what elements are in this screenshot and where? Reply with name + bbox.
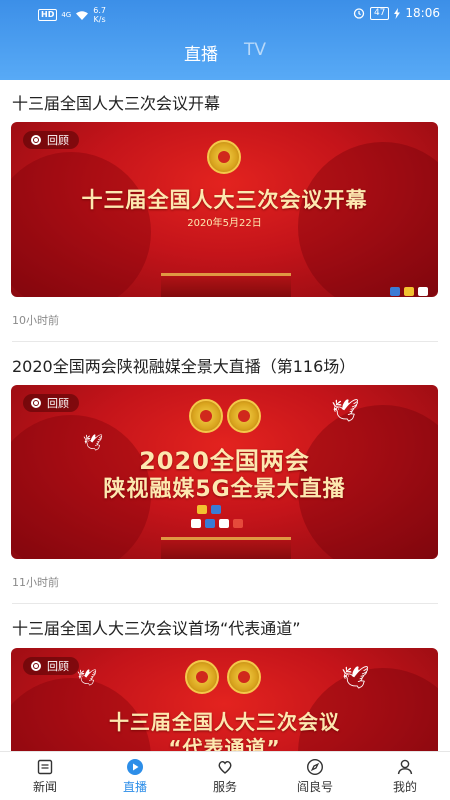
replay-icon xyxy=(31,398,41,408)
replay-icon xyxy=(31,135,41,145)
national-emblem-icon xyxy=(207,140,241,174)
replay-label: 回顾 xyxy=(47,397,69,410)
signal-type: 4G xyxy=(61,11,72,19)
nav-live-label: 直播 xyxy=(122,779,147,794)
thumbnail-date: 2020年5月22日 xyxy=(187,218,262,229)
item-timestamp: 10小时前 xyxy=(12,314,59,327)
thumbnail-headline: 十三届全国人大三次会议开幕 xyxy=(81,188,368,212)
cppcc-emblem-icon xyxy=(227,399,261,433)
play-icon xyxy=(125,758,145,776)
divider xyxy=(12,341,438,342)
user-icon xyxy=(395,758,415,776)
dove-icon: 🕊 xyxy=(77,668,98,687)
logo-icon xyxy=(205,519,215,528)
compass-icon xyxy=(305,758,325,776)
sponsor-logos xyxy=(390,287,428,296)
wifi-icon xyxy=(76,10,89,20)
top-tabs: 直播 TV xyxy=(0,40,450,65)
charging-icon xyxy=(394,7,401,19)
dove-icon: 🕊 xyxy=(331,399,359,424)
tiananmen-graphic xyxy=(161,273,291,297)
replay-label: 回顾 xyxy=(47,660,69,673)
app-header: HD 4G 6.7 K/s 47 18:06 直播 TV xyxy=(0,0,450,80)
clock-time: 18:06 xyxy=(405,6,440,20)
tab-live[interactable]: 直播 xyxy=(184,40,218,65)
live-feed: 十三届全国人大三次会议开幕 回顾 十三届全国人大三次会议开幕 2020年5月22… xyxy=(0,80,450,751)
national-emblem-icon xyxy=(185,660,219,694)
service-icon xyxy=(215,758,235,776)
thumbnail-subheadline: “代表通道” xyxy=(168,736,281,751)
logo-icon xyxy=(191,519,201,528)
replay-badge: 回顾 xyxy=(23,131,79,149)
battery-level: 47 xyxy=(369,6,390,20)
nav-news[interactable]: 新闻 xyxy=(0,752,90,800)
nav-service[interactable]: 服务 xyxy=(180,752,270,800)
network-speed-unit: K/s xyxy=(93,15,106,24)
logo-icon xyxy=(404,287,414,296)
logo-icon xyxy=(197,505,207,514)
video-thumbnail[interactable]: 回顾 十三届全国人大三次会议开幕 2020年5月22日 xyxy=(11,122,438,297)
network-speed: 6.7 K/s xyxy=(93,6,106,24)
nav-news-label: 新闻 xyxy=(32,779,57,794)
tiananmen-graphic xyxy=(161,537,291,559)
sponsor-logos xyxy=(197,505,221,514)
logo-icon xyxy=(211,505,221,514)
nav-yanliang-label: 阎良号 xyxy=(296,779,333,794)
sponsor-logos xyxy=(191,519,243,528)
thumbnail-subheadline: 陕视融媒5G全景大直播 xyxy=(103,477,346,502)
item-title[interactable]: 十三届全国人大三次会议首场“代表通道” xyxy=(12,615,301,639)
divider xyxy=(12,603,438,604)
replay-icon xyxy=(31,661,41,671)
nav-service-label: 服务 xyxy=(212,779,237,794)
video-thumbnail[interactable]: 回顾 🕊 🕊 十三届全国人大三次会议 “代表通道” xyxy=(11,648,438,751)
cppcc-emblem-icon xyxy=(227,660,261,694)
nav-live[interactable]: 直播 xyxy=(90,752,180,800)
national-emblem-icon xyxy=(189,399,223,433)
hd-indicator: HD xyxy=(38,9,58,21)
dove-icon: 🕊 xyxy=(341,666,369,691)
logo-icon xyxy=(390,287,400,296)
logo-icon xyxy=(418,287,428,296)
bottom-navigation: 新闻 直播 服务 阎良号 我的 xyxy=(0,751,450,800)
nav-profile-label: 我的 xyxy=(392,779,417,794)
status-bar: HD 4G 6.7 K/s 47 18:06 xyxy=(0,0,450,28)
replay-badge: 回顾 xyxy=(23,394,79,412)
thumbnail-headline: 十三届全国人大三次会议 xyxy=(109,710,340,734)
network-speed-value: 6.7 xyxy=(93,6,106,15)
replay-badge: 回顾 xyxy=(23,657,79,675)
logo-icon xyxy=(219,519,229,528)
item-timestamp: 11小时前 xyxy=(12,576,59,589)
news-icon xyxy=(35,758,55,776)
nav-yanliang[interactable]: 阎良号 xyxy=(270,752,360,800)
tab-tv[interactable]: TV xyxy=(244,40,266,65)
item-title[interactable]: 2020全国两会陕视融媒全景大直播（第116场） xyxy=(12,353,355,377)
replay-label: 回顾 xyxy=(47,134,69,147)
logo-icon xyxy=(233,519,243,528)
alarm-icon xyxy=(353,8,365,19)
item-title[interactable]: 十三届全国人大三次会议开幕 xyxy=(12,90,220,114)
nav-profile[interactable]: 我的 xyxy=(360,752,450,800)
video-thumbnail[interactable]: 回顾 🕊 🕊 2020全国两会 陕视融媒5G全景大直播 xyxy=(11,385,438,559)
